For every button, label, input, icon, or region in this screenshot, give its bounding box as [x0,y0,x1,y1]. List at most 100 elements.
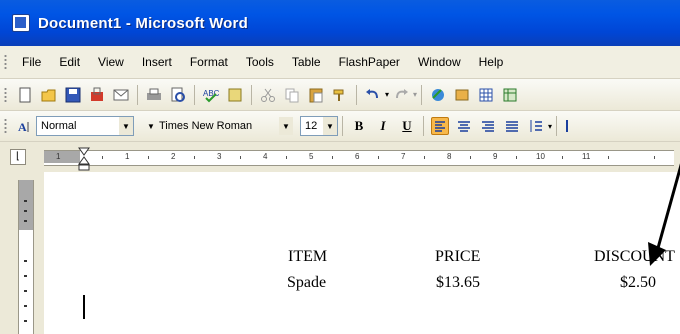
tables-borders-icon[interactable] [453,86,471,104]
align-right-icon[interactable] [479,117,497,135]
menu-file[interactable]: File [13,55,50,69]
email-icon[interactable] [112,86,130,104]
chevron-down-icon[interactable]: ▼ [279,117,293,135]
menu-help[interactable]: Help [470,55,513,69]
ruler-tick [608,156,609,159]
print-icon[interactable] [145,86,163,104]
ruler-tick [24,260,27,262]
justify-icon[interactable] [503,117,521,135]
menu-window[interactable]: Window [409,55,470,69]
chevron-down-icon[interactable]: ▼ [119,117,133,135]
ruler-left-margin [44,151,80,163]
text-cursor [83,295,85,319]
save-icon[interactable] [64,86,82,104]
hyperlink-icon[interactable] [429,86,447,104]
cell-price: $13.65 [436,274,480,291]
document-page[interactable]: ITEM PRICE DISCOUNT Spade $13.65 $2.50 [44,172,680,334]
permission-icon[interactable] [88,86,106,104]
italic-button[interactable]: I [373,116,393,136]
insert-table-icon[interactable] [477,86,495,104]
align-left-icon[interactable] [431,117,449,135]
menu-view[interactable]: View [89,55,133,69]
redo-dropdown-icon[interactable]: ▾ [413,90,417,99]
insert-excel-icon[interactable] [501,86,519,104]
ruler-number: 8 [447,152,452,161]
ruler-tick [24,275,27,277]
ruler-tick [286,156,287,159]
horizontal-ruler[interactable]: 1 1 2 3 4 5 6 7 8 9 10 11 [44,150,674,166]
menu-grip[interactable] [4,54,7,70]
vertical-ruler[interactable] [18,180,34,334]
chevron-down-icon[interactable]: ▼ [145,119,157,133]
font-size-dropdown[interactable]: 12 ▼ [300,116,338,136]
word-app-icon[interactable] [12,14,30,32]
ruler-number: 10 [536,152,545,161]
toolbar-separator [251,84,252,105]
chevron-down-icon[interactable]: ▼ [323,117,337,135]
ruler-number: 9 [493,152,498,161]
ruler-tick [148,156,149,159]
menu-insert[interactable]: Insert [133,55,181,69]
header-discount: DISCOUNT [594,248,675,265]
standard-toolbar: ABC ▾ ▾ [0,79,680,111]
ruler-number: 1 [56,152,61,161]
style-dropdown[interactable]: Normal ▼ [36,116,134,136]
menu-tools[interactable]: Tools [237,55,283,69]
cut-icon[interactable] [259,86,277,104]
header-price: PRICE [435,248,481,265]
undo-icon[interactable] [364,86,382,104]
open-icon[interactable] [40,86,58,104]
ruler-number: 4 [263,152,268,161]
undo-dropdown-icon[interactable]: ▾ [385,90,389,99]
ruler-number: 3 [217,152,222,161]
numbering-icon[interactable] [564,117,582,135]
ruler-tick [24,290,27,292]
menu-table[interactable]: Table [283,55,330,69]
line-spacing-icon[interactable] [527,117,545,135]
tab-selector-icon[interactable]: ⌊ [10,149,26,165]
toolbar-separator [421,84,423,105]
ruler-number: 5 [309,152,314,161]
toolbar-separator [423,116,424,136]
menu-format[interactable]: Format [181,55,237,69]
print-preview-icon[interactable] [169,86,187,104]
bold-button[interactable]: B [349,116,369,136]
ruler-number: 7 [401,152,406,161]
ruler-tick [24,320,27,322]
word-window: Document1 - Microsoft Word File Edit Vie… [0,0,680,334]
toolbar-separator [137,84,138,105]
ruler-number: 6 [355,152,360,161]
font-dropdown[interactable]: ▼ Times New Roman ▼ [140,116,293,136]
underline-button[interactable]: U [397,116,417,136]
menu-bar: File Edit View Insert Format Tools Table… [0,46,680,79]
ruler-tick [470,156,471,159]
header-item: ITEM [288,248,328,265]
ruler-tick [194,156,195,159]
cell-discount: $2.50 [620,274,656,291]
toolbar-separator [342,116,343,136]
horizontal-ruler-area: ⌊ 1 1 2 3 4 5 6 7 8 9 10 11 [0,142,680,173]
format-painter-icon[interactable] [331,86,349,104]
menu-edit[interactable]: Edit [50,55,89,69]
ruler-tick [240,156,241,159]
font-size-value: 12 [305,120,318,132]
ruler-number: 11 [582,152,591,161]
spelling-icon[interactable]: ABC [202,86,220,104]
new-document-icon[interactable] [16,86,34,104]
indent-marker-icon[interactable] [78,142,90,172]
paste-icon[interactable] [307,86,325,104]
toolbar-grip[interactable] [4,118,7,134]
ruler-tick [654,156,655,159]
styles-formatting-icon[interactable]: A [16,117,34,135]
menu-flashpaper[interactable]: FlashPaper [330,55,409,69]
align-center-icon[interactable] [455,117,473,135]
line-spacing-dropdown-icon[interactable]: ▾ [548,122,552,131]
style-value: Normal [41,120,77,132]
ruler-tick [332,156,333,159]
copy-icon[interactable] [283,86,301,104]
toolbar-grip[interactable] [4,86,7,103]
redo-icon[interactable] [392,86,410,104]
ruler-tick [24,220,27,222]
research-icon[interactable] [226,86,244,104]
ruler-number: 2 [171,152,176,161]
